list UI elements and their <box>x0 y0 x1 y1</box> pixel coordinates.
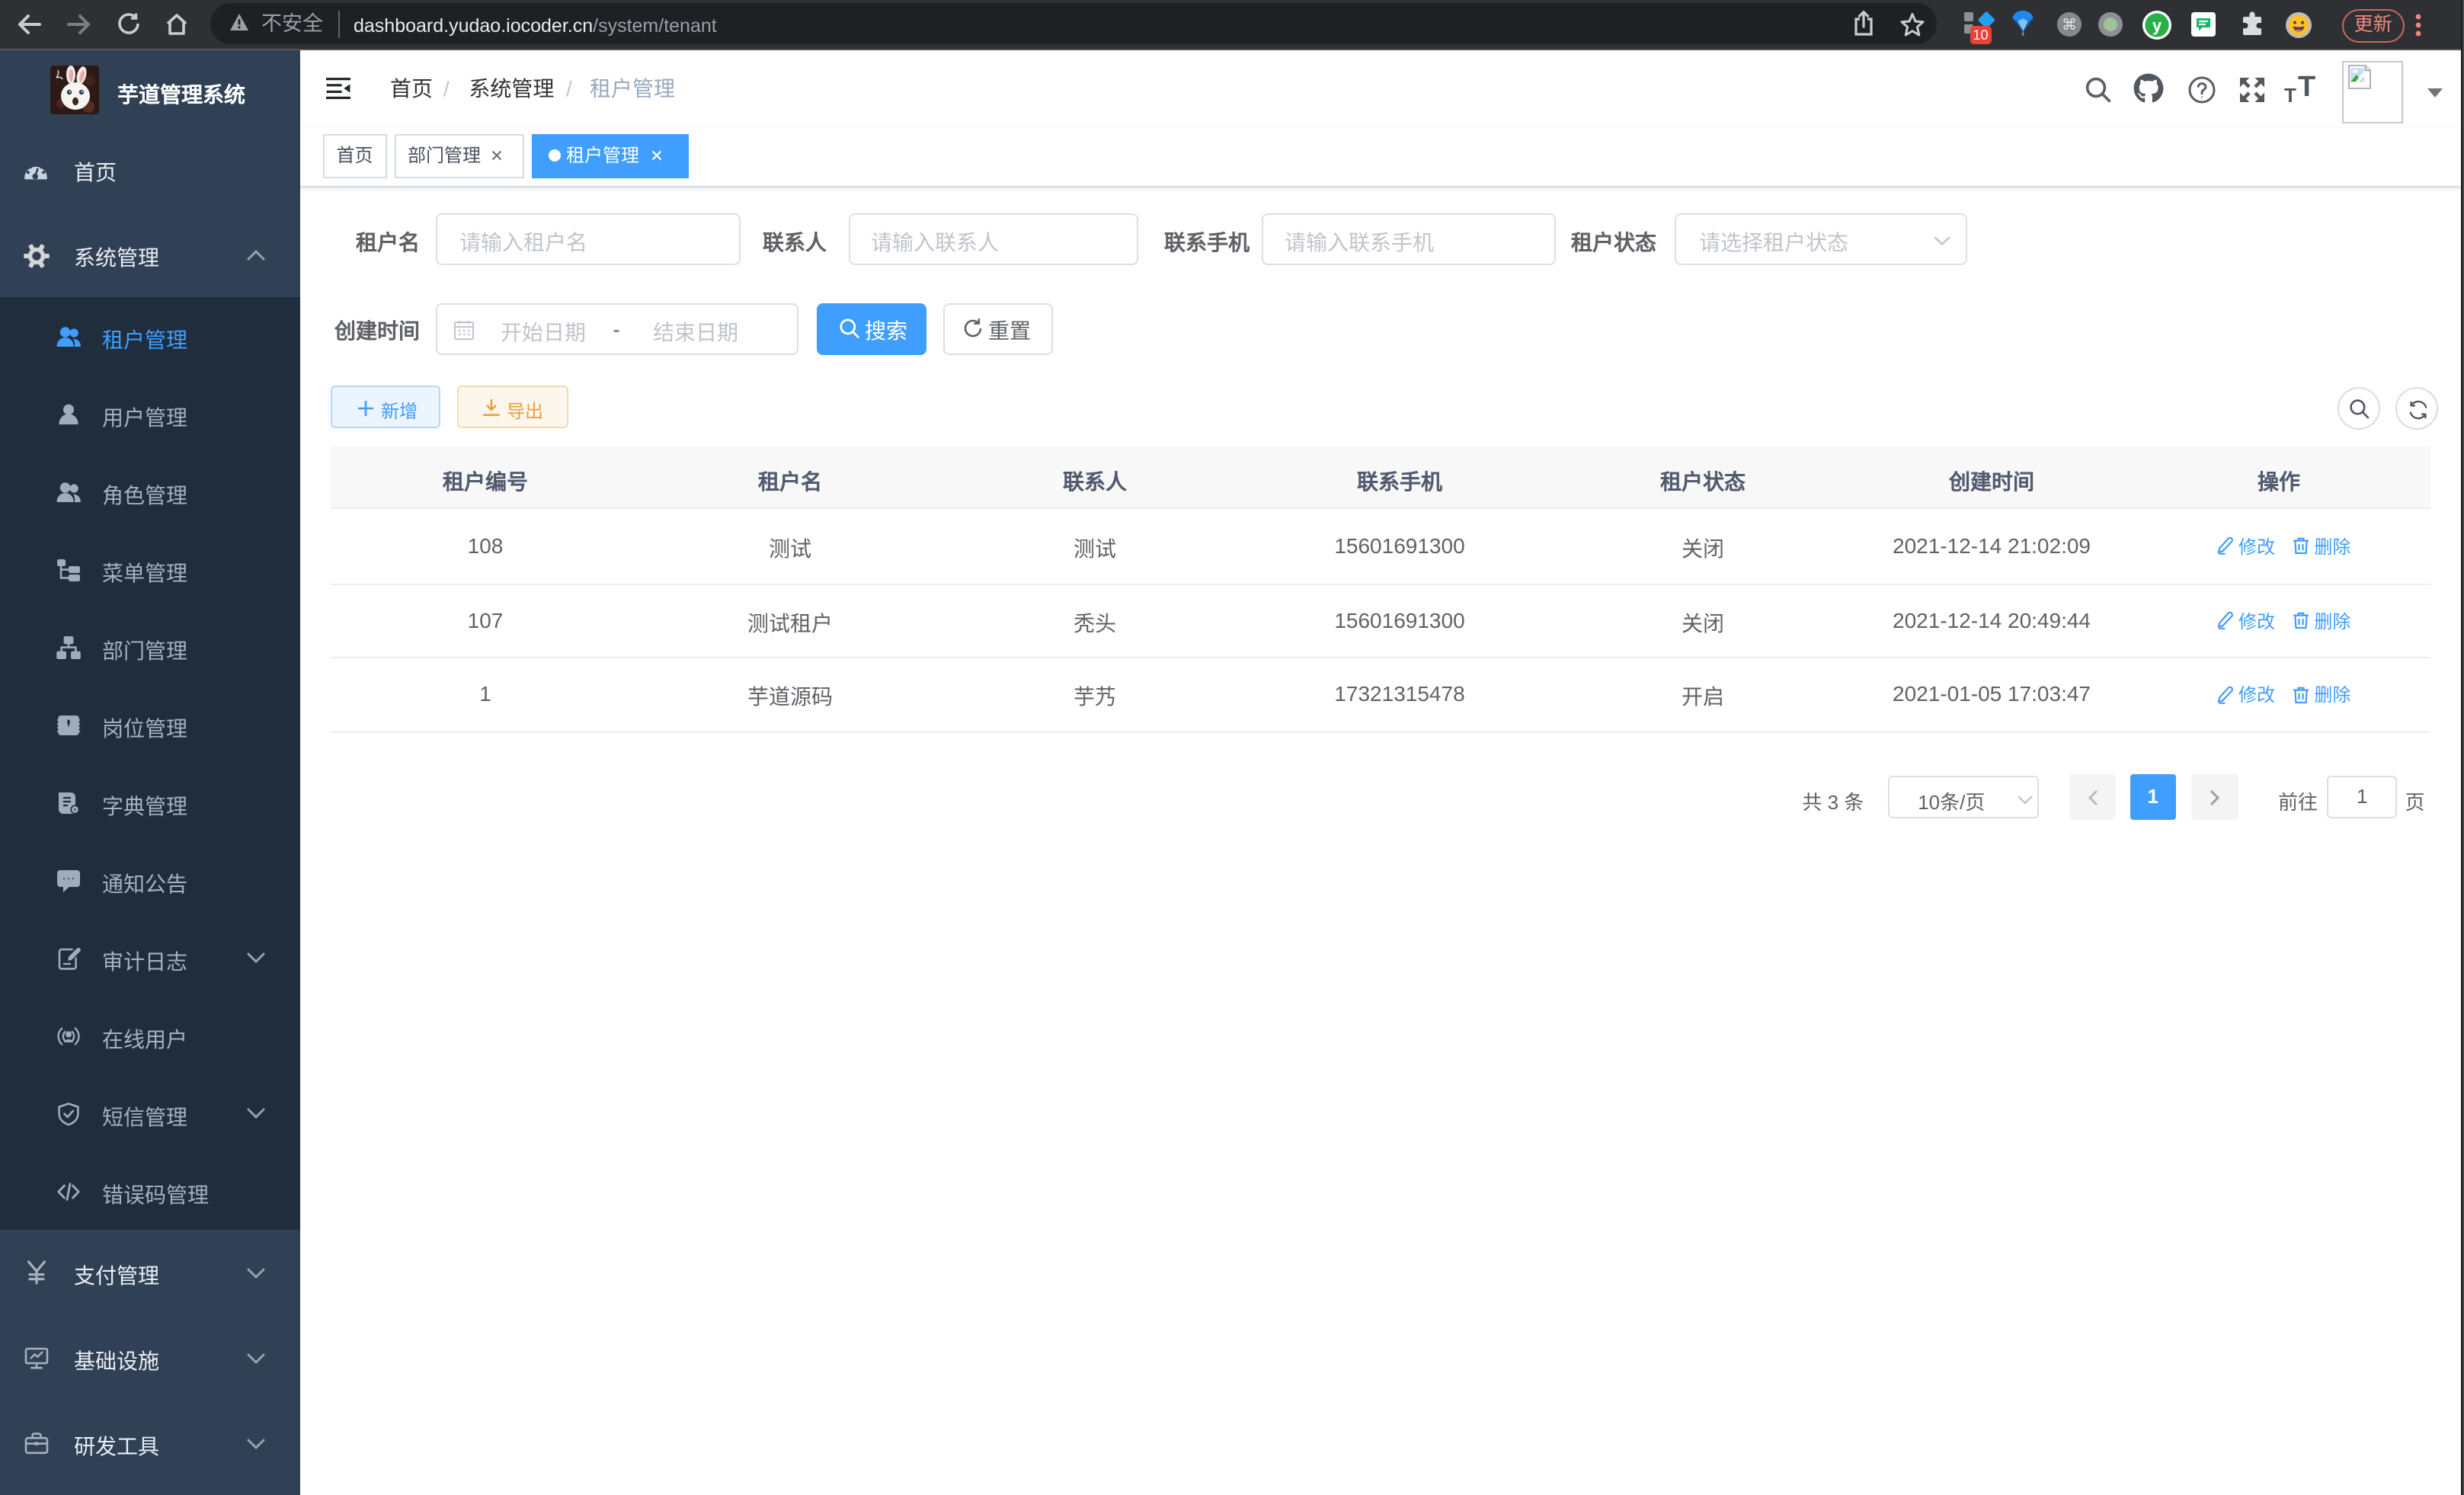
svg-text:y: y <box>2152 15 2162 34</box>
svg-text:⌘: ⌘ <box>2062 17 2077 34</box>
